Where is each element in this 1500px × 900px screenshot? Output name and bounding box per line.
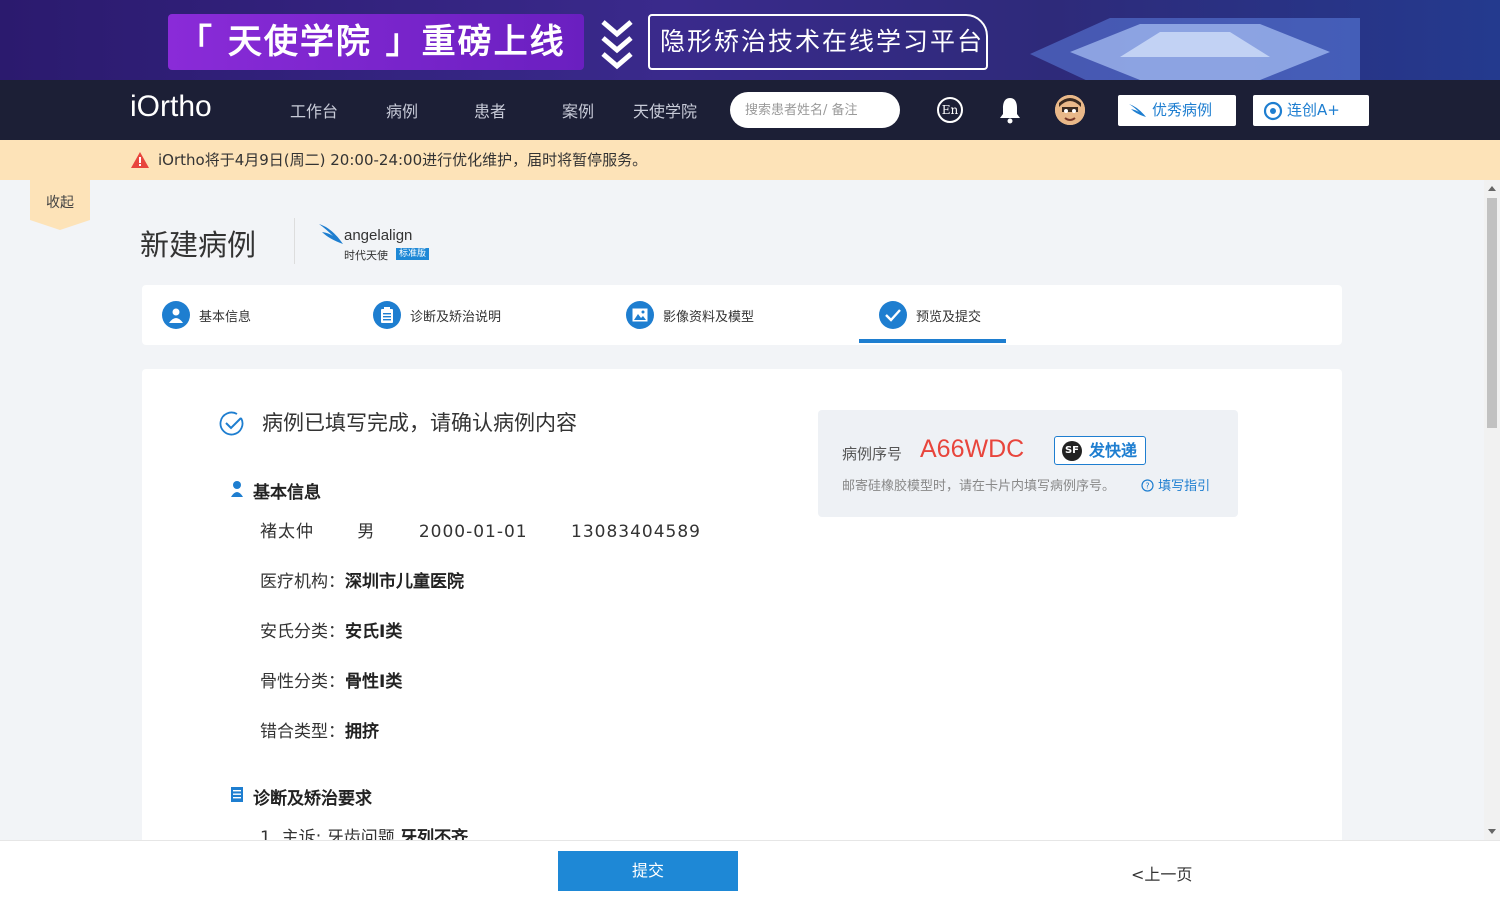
- case-number: A66WDC: [920, 435, 1025, 463]
- nav-item-examples[interactable]: 案例: [562, 98, 594, 122]
- info-value: 深圳市儿童医院: [345, 572, 464, 592]
- user-avatar[interactable]: [1055, 95, 1085, 125]
- banner-illustration: [1030, 18, 1360, 80]
- page-scrollbar[interactable]: [1484, 180, 1500, 840]
- diagnosis-row-complaint: 1. 主诉: 牙齿问题 牙列不齐: [260, 823, 468, 840]
- top-nav: iOrtho 工作台 病例 患者 案例 天使学院 En 优秀病例 连创A+: [0, 80, 1500, 140]
- fill-guide-label: 填写指引: [1158, 479, 1211, 494]
- title-divider: [294, 218, 295, 264]
- confirm-message: 病例已填写完成，请确认病例内容: [262, 411, 577, 435]
- info-row-institution: 医疗机构：深圳市儿童医院: [260, 567, 464, 592]
- patient-name: 褚太仲: [260, 522, 314, 542]
- info-row-angle-class: 安氏分类：安氏I类: [260, 617, 402, 642]
- step-images[interactable]: 影像资料及模型: [626, 285, 754, 345]
- scroll-thumb[interactable]: [1487, 198, 1497, 428]
- sf-express-button[interactable]: SF 发快递: [1054, 436, 1146, 465]
- info-value: 牙列不齐: [400, 828, 469, 840]
- excellent-cases-label: 优秀病例: [1152, 101, 1213, 119]
- case-number-label: 病例序号: [842, 445, 903, 463]
- info-value: 安氏I类: [345, 622, 403, 642]
- info-value: 骨性I类: [345, 672, 403, 692]
- nav-item-workbench[interactable]: 工作台: [290, 98, 338, 122]
- info-label: 错合类型：: [260, 722, 345, 742]
- scroll-down-arrow-icon[interactable]: [1488, 829, 1496, 834]
- active-step-indicator: [859, 339, 1006, 343]
- step-label: 诊断及矫治说明: [410, 309, 502, 325]
- step-basic-info[interactable]: 基本信息: [162, 285, 251, 345]
- collapse-tab[interactable]: 收起: [30, 180, 90, 230]
- sf-express-icon: SF: [1062, 441, 1082, 461]
- info-label: 医疗机构：: [260, 572, 345, 592]
- basic-info-heading: 基本信息: [253, 483, 321, 503]
- person-icon: [231, 481, 243, 497]
- banner-subtitle: 隐形矫治技术在线学习平台: [648, 14, 988, 70]
- check-circle-icon: [219, 411, 244, 436]
- sf-express-label: 发快递: [1089, 441, 1138, 460]
- info-label: 1. 主诉: 牙齿问题: [260, 828, 395, 840]
- banner-title: 「 天使学院 」重磅上线: [168, 14, 584, 70]
- patient-summary: 褚太仲 男 2000-01-01 13083404589: [260, 517, 739, 542]
- svg-text:?: ?: [1145, 482, 1149, 491]
- scroll-up-arrow-icon[interactable]: [1488, 186, 1496, 191]
- document-icon: [231, 787, 243, 802]
- app-logo[interactable]: iOrtho: [130, 90, 212, 124]
- info-label: 骨性分类：: [260, 672, 345, 692]
- notice-text: iOrtho将于4月9日(周二) 20:00-24:00进行优化维护，届时将暂停…: [158, 151, 648, 169]
- info-row-skeletal-class: 骨性分类：骨性I类: [260, 667, 402, 692]
- patient-gender: 男: [357, 522, 376, 542]
- angelalign-wing-icon: [319, 224, 343, 244]
- step-label: 影像资料及模型: [663, 309, 755, 325]
- clipboard-icon: [373, 301, 401, 329]
- fill-guide-link[interactable]: ? 填写指引: [1141, 475, 1210, 494]
- maintenance-notice: iOrtho将于4月9日(周二) 20:00-24:00进行优化维护，届时将暂停…: [0, 140, 1500, 180]
- language-toggle[interactable]: En: [937, 97, 963, 123]
- brand-edition-tag: 标准版: [396, 248, 430, 260]
- case-number-hint: 邮寄硅橡胶模型时，请在卡片内填写病例序号。: [842, 479, 1116, 494]
- user-icon: [162, 301, 190, 329]
- patient-phone: 13083404589: [571, 522, 701, 542]
- brand-logo: angelalign 时代天使 标准版: [318, 220, 438, 264]
- diagnosis-heading: 诊断及矫治要求: [253, 789, 372, 809]
- footer-actions: 提交 <上一页: [0, 840, 1500, 900]
- nav-item-patients[interactable]: 患者: [474, 98, 506, 122]
- step-diagnosis[interactable]: 诊断及矫治说明: [373, 285, 501, 345]
- submit-button[interactable]: 提交: [558, 851, 738, 891]
- step-preview-submit[interactable]: 预览及提交: [879, 285, 981, 345]
- check-icon: [879, 301, 907, 329]
- brand-name-en: angelalign: [344, 227, 413, 244]
- patient-birthday: 2000-01-01: [418, 522, 528, 542]
- excellent-cases-button[interactable]: 优秀病例: [1118, 95, 1236, 126]
- double-chevron-down-icon: [601, 20, 633, 70]
- question-circle-icon: ?: [1141, 479, 1154, 492]
- brand-name-cn: 时代天使: [344, 249, 388, 262]
- previous-page-link[interactable]: <上一页: [1131, 861, 1192, 885]
- angel-wing-icon: [1129, 104, 1146, 117]
- image-icon: [626, 301, 654, 329]
- promo-banner[interactable]: 「 天使学院 」重磅上线 隐形矫治技术在线学习平台: [0, 0, 1500, 80]
- info-label: 安氏分类：: [260, 622, 345, 642]
- nav-item-cases[interactable]: 病例: [386, 98, 418, 122]
- nav-item-academy[interactable]: 天使学院: [633, 98, 697, 122]
- lianchuang-logo-icon: [1263, 101, 1283, 121]
- bell-icon[interactable]: [998, 96, 1022, 124]
- lianchuang-button[interactable]: 连创A+: [1253, 95, 1369, 126]
- case-number-box: 病例序号 A66WDC SF 发快递 邮寄硅橡胶模型时，请在卡片内填写病例序号。…: [818, 410, 1238, 517]
- progress-steps: 基本信息 诊断及矫治说明 影像资料及模型 预览及提交: [142, 285, 1342, 345]
- warning-icon: [131, 152, 149, 168]
- step-label: 预览及提交: [916, 309, 982, 325]
- lianchuang-label: 连创A+: [1287, 101, 1340, 119]
- step-label: 基本信息: [199, 309, 252, 325]
- info-row-malocclusion: 错合类型：拥挤: [260, 717, 379, 742]
- page-title: 新建病例: [140, 228, 257, 262]
- search-input[interactable]: [730, 92, 900, 128]
- info-value: 拥挤: [345, 722, 379, 742]
